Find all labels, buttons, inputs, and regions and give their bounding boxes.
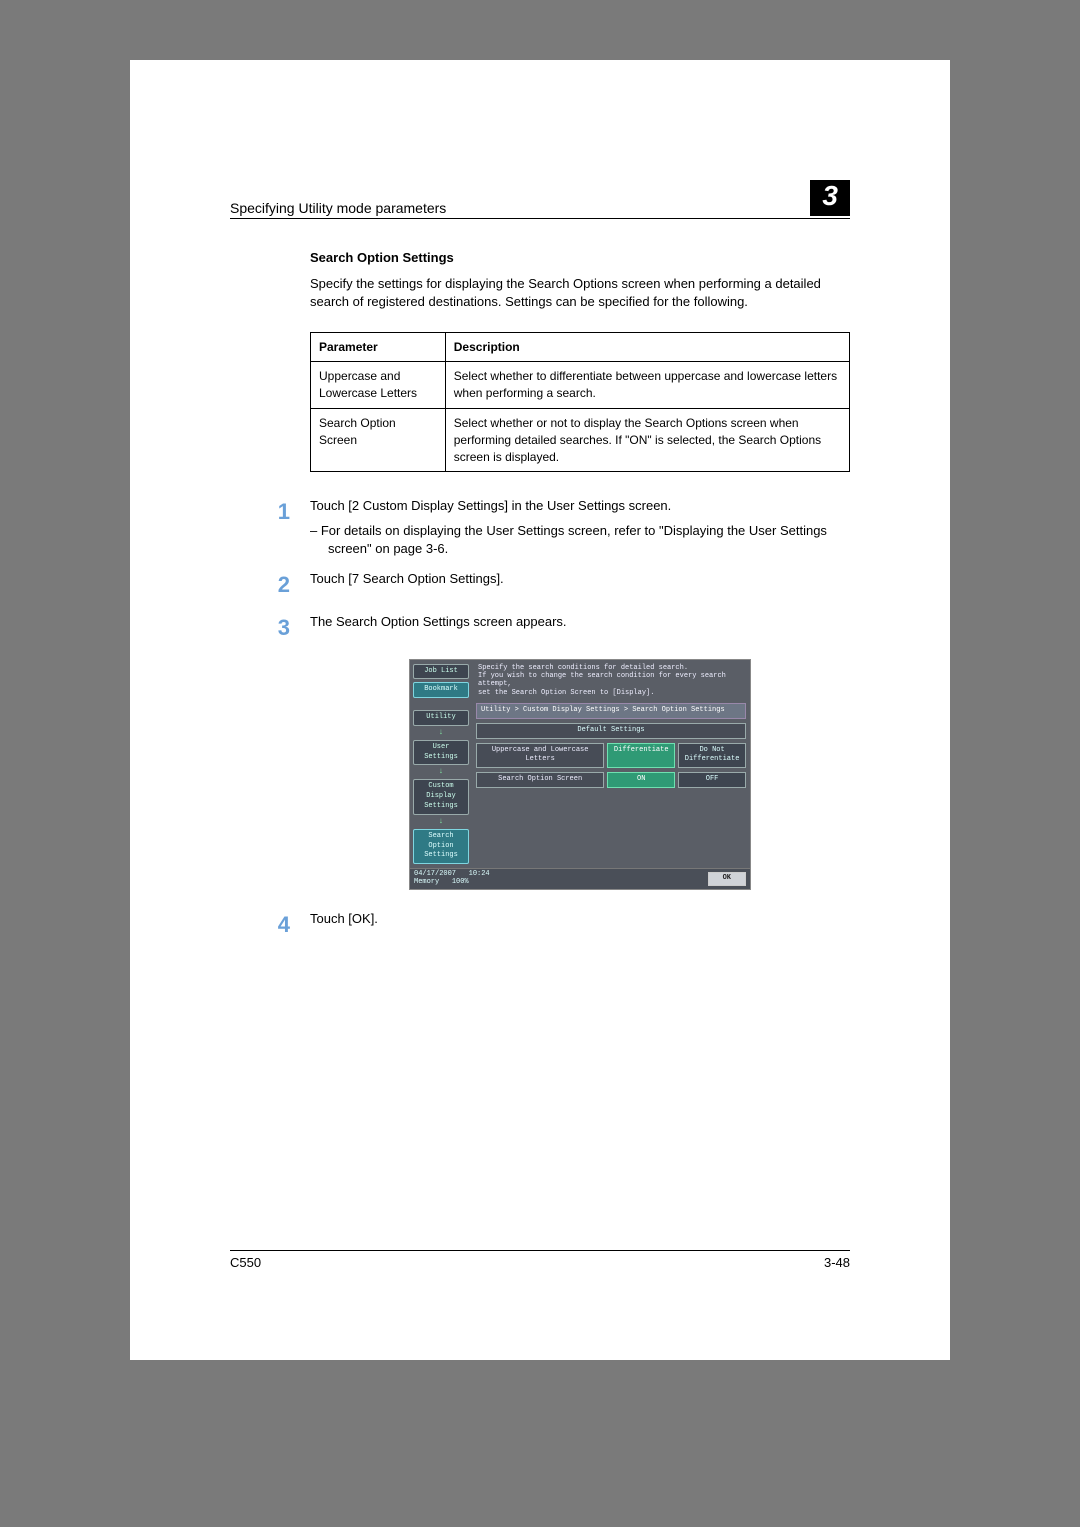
- footer-time: 10:24: [469, 870, 490, 878]
- option-label: Search Option Screen: [476, 772, 604, 788]
- arrow-down-icon: ↓: [413, 768, 469, 776]
- page-header: Specifying Utility mode parameters 3: [230, 180, 850, 219]
- differentiate-button[interactable]: Differentiate: [607, 743, 675, 769]
- screenshot-instructions: Specify the search conditions for detail…: [476, 664, 746, 700]
- table-header-description: Description: [445, 332, 849, 362]
- param-cell: Uppercase and Lowercase Letters: [311, 362, 446, 409]
- step-text: Touch [2 Custom Display Settings] in the…: [310, 497, 850, 515]
- default-settings-button[interactable]: Default Settings: [476, 723, 746, 739]
- tab-search-option-settings[interactable]: Search Option Settings: [413, 829, 469, 864]
- option-row-screen: Search Option Screen ON OFF: [476, 772, 746, 788]
- step-subtext: For details on displaying the User Setti…: [328, 522, 850, 558]
- parameter-table: Parameter Description Uppercase and Lowe…: [310, 332, 850, 473]
- ok-button[interactable]: OK: [708, 872, 746, 886]
- step-3: 3 The Search Option Settings screen appe…: [310, 613, 850, 644]
- section-intro: Specify the settings for displaying the …: [310, 275, 850, 311]
- step-number: 1: [250, 497, 310, 558]
- off-button[interactable]: OFF: [678, 772, 746, 788]
- step-4: 4 Touch [OK].: [310, 910, 850, 941]
- step-number: 4: [250, 910, 310, 941]
- arrow-down-icon: ↓: [413, 729, 469, 737]
- tab-bookmark[interactable]: Bookmark: [413, 682, 469, 698]
- page-footer: C550 3-48: [230, 1250, 850, 1270]
- option-row-case: Uppercase and Lowercase Letters Differen…: [476, 743, 746, 769]
- do-not-differentiate-button[interactable]: Do Not Differentiate: [678, 743, 746, 769]
- content-area: Search Option Settings Specify the setti…: [310, 249, 850, 940]
- document-page: Specifying Utility mode parameters 3 Sea…: [130, 60, 950, 1360]
- step-1: 1 Touch [2 Custom Display Settings] in t…: [310, 497, 850, 558]
- desc-cell: Select whether or not to display the Sea…: [445, 408, 849, 471]
- tab-job-list[interactable]: Job List: [413, 664, 469, 680]
- step-number: 3: [250, 613, 310, 644]
- device-screenshot: Job List Bookmark Utility ↓ User Setting…: [409, 659, 751, 890]
- tab-user-settings[interactable]: User Settings: [413, 740, 469, 766]
- table-header-parameter: Parameter: [311, 332, 446, 362]
- screenshot-footer: 04/17/2007 10:24 Memory 100% OK: [410, 868, 750, 888]
- footer-memory-value: 100%: [452, 878, 469, 886]
- chapter-number: 3: [810, 180, 850, 216]
- option-label: Uppercase and Lowercase Letters: [476, 743, 604, 769]
- table-row: Search Option Screen Select whether or n…: [311, 408, 850, 471]
- tab-custom-display-settings[interactable]: Custom Display Settings: [413, 779, 469, 814]
- step-number: 2: [250, 570, 310, 601]
- table-row: Uppercase and Lowercase Letters Select w…: [311, 362, 850, 409]
- tab-utility[interactable]: Utility: [413, 710, 469, 726]
- param-cell: Search Option Screen: [311, 408, 446, 471]
- screenshot-main: Specify the search conditions for detail…: [472, 660, 750, 869]
- footer-page: 3-48: [824, 1255, 850, 1270]
- step-text: The Search Option Settings screen appear…: [310, 613, 850, 631]
- screenshot-breadcrumb: Utility > Custom Display Settings > Sear…: [476, 703, 746, 719]
- screenshot-sidebar: Job List Bookmark Utility ↓ User Setting…: [410, 660, 472, 869]
- header-title: Specifying Utility mode parameters: [230, 200, 446, 216]
- step-text: Touch [OK].: [310, 910, 850, 928]
- step-2: 2 Touch [7 Search Option Settings].: [310, 570, 850, 601]
- step-text: Touch [7 Search Option Settings].: [310, 570, 850, 588]
- section-title: Search Option Settings: [310, 249, 850, 267]
- on-button[interactable]: ON: [607, 772, 675, 788]
- footer-model: C550: [230, 1255, 261, 1270]
- arrow-down-icon: ↓: [413, 818, 469, 826]
- footer-memory-label: Memory: [414, 878, 439, 886]
- desc-cell: Select whether to differentiate between …: [445, 362, 849, 409]
